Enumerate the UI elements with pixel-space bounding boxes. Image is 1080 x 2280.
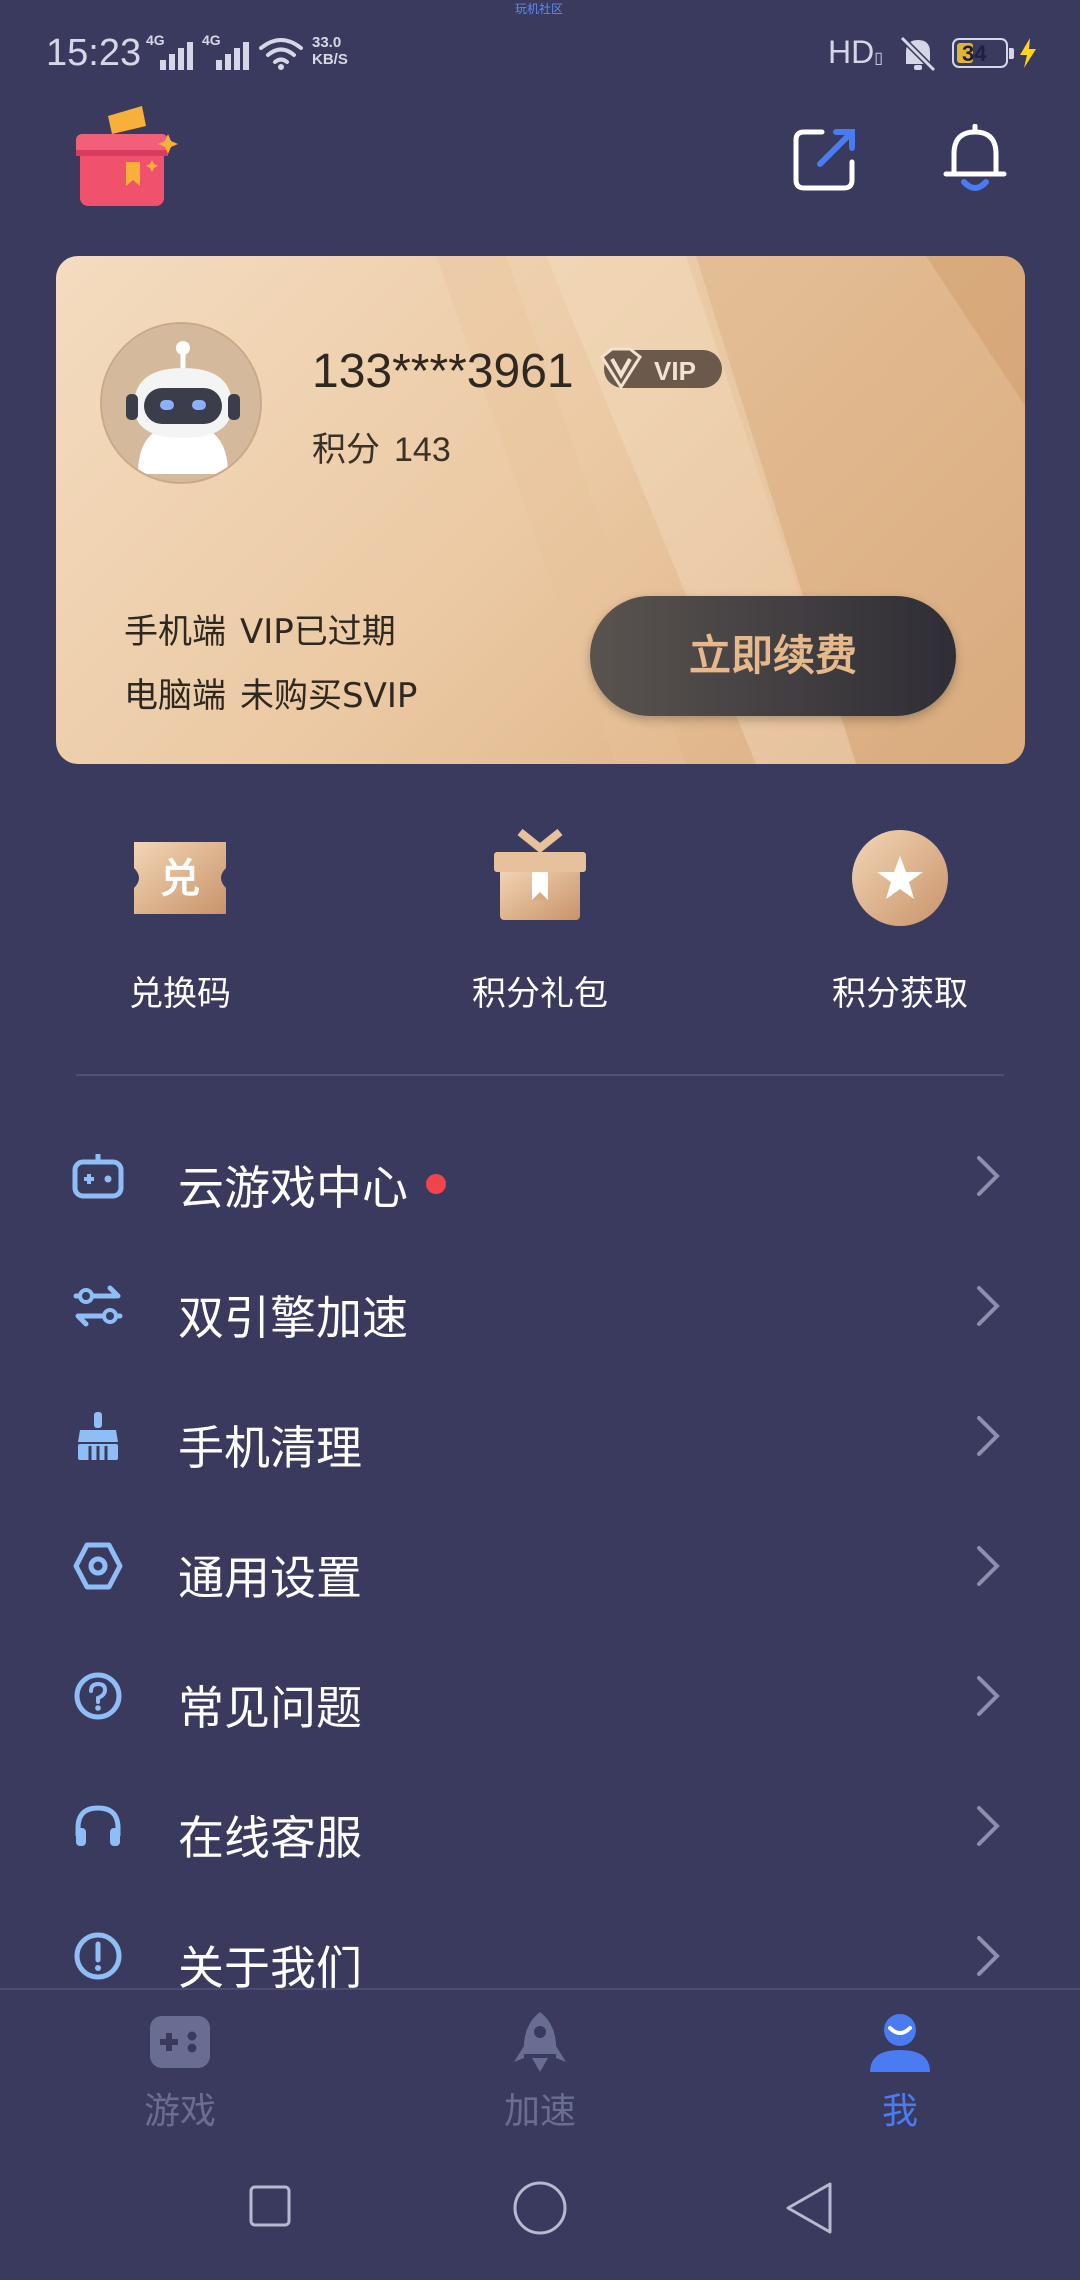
tab-games[interactable]: 游戏: [80, 1990, 280, 2150]
section-divider: [76, 1074, 1004, 1076]
broom-icon: [78, 1412, 118, 1460]
back-icon[interactable]: [784, 2180, 834, 2236]
info-icon: [74, 1932, 122, 1980]
hexagon-settings-icon: [73, 1542, 123, 1590]
menu-item-cloud-game-center[interactable]: 云游戏中心: [0, 1116, 1080, 1236]
gift-icon[interactable]: [72, 104, 182, 214]
chevron-right-icon: [977, 1676, 1000, 1716]
user-icon: [870, 2014, 930, 2072]
bell-icon[interactable]: [942, 124, 1008, 194]
svg-text:兑: 兑: [160, 856, 200, 902]
mute-bell-icon: [899, 35, 937, 73]
robot-avatar-icon: [102, 324, 260, 482]
tab-me[interactable]: 我: [800, 1990, 1000, 2150]
chevron-right-icon: [977, 1806, 1000, 1846]
mobile-vip-status: 手机端 VIP已过期: [124, 612, 396, 652]
menu-item-phone-cleanup[interactable]: 手机清理: [0, 1376, 1080, 1496]
chevron-right-icon: [977, 1156, 1000, 1196]
bottom-nav: 游戏 加速 我: [0, 1988, 1080, 2148]
pc-svip-status: 电脑端 未购买SVIP: [124, 676, 418, 716]
battery-icon: 34: [952, 38, 1014, 68]
chevron-right-icon: [977, 1936, 1000, 1976]
menu-item-dual-engine-boost[interactable]: 双引擎加速: [0, 1246, 1080, 1366]
gamepad-icon: [150, 2016, 210, 2068]
question-icon: [74, 1672, 122, 1720]
status-bar: 15:23 4G 4G 33.0 KB/S 玩机社区 HD▯ 34: [0, 0, 1080, 110]
gift-box-icon: [494, 828, 586, 920]
tab-boost[interactable]: 加速: [440, 1990, 640, 2150]
quick-action-points-earn[interactable]: 积分获取: [800, 820, 1000, 1020]
system-navigation-bar: [0, 2148, 1080, 2280]
menu-item-general-settings[interactable]: 通用设置: [0, 1506, 1080, 1626]
menu-item-faq[interactable]: 常见问题: [0, 1636, 1080, 1756]
status-time: 15:23: [46, 32, 142, 74]
rocket-icon: [514, 2012, 566, 2072]
star-coin-icon: [852, 830, 948, 926]
recent-apps-icon[interactable]: [248, 2184, 292, 2228]
user-phone-number: 133****3961: [312, 345, 574, 398]
hd-voice-indicator: HD▯: [828, 34, 884, 70]
renew-button[interactable]: 立即续费: [590, 596, 956, 716]
vip-card: 133****3961 VIP 积分 143 手机端 VIP已过期 电脑端 未购买SV…: [56, 256, 1025, 764]
gamepad-icon: [72, 1154, 124, 1199]
points-row: 积分 143: [312, 430, 451, 470]
chevron-right-icon: [977, 1286, 1000, 1326]
quick-action-points-gift[interactable]: 积分礼包: [440, 820, 640, 1020]
avatar[interactable]: [100, 322, 262, 484]
new-badge-dot: [426, 1174, 446, 1194]
home-icon[interactable]: [512, 2180, 568, 2236]
quick-action-redeem-code[interactable]: 兑 兑换码: [80, 820, 280, 1020]
vip-badge: VIP: [600, 347, 722, 390]
chevron-right-icon: [977, 1546, 1000, 1586]
menu-label: 云游戏中心: [178, 1161, 408, 1215]
menu-item-online-support[interactable]: 在线客服: [0, 1766, 1080, 1886]
watermark: 玩机社区: [515, 2, 564, 16]
net-speed: 33.0 KB/S: [312, 34, 348, 68]
wifi-icon: [259, 38, 303, 70]
chevron-right-icon: [977, 1416, 1000, 1456]
share-edit-icon[interactable]: [792, 126, 858, 192]
redeem-ticket-icon: 兑: [134, 842, 226, 914]
headset-icon: [75, 1805, 121, 1846]
diamond-icon: [600, 347, 642, 390]
charging-bolt-icon: [1020, 38, 1036, 68]
dual-engine-icon: [73, 1285, 123, 1327]
points-value: 143: [394, 431, 451, 469]
